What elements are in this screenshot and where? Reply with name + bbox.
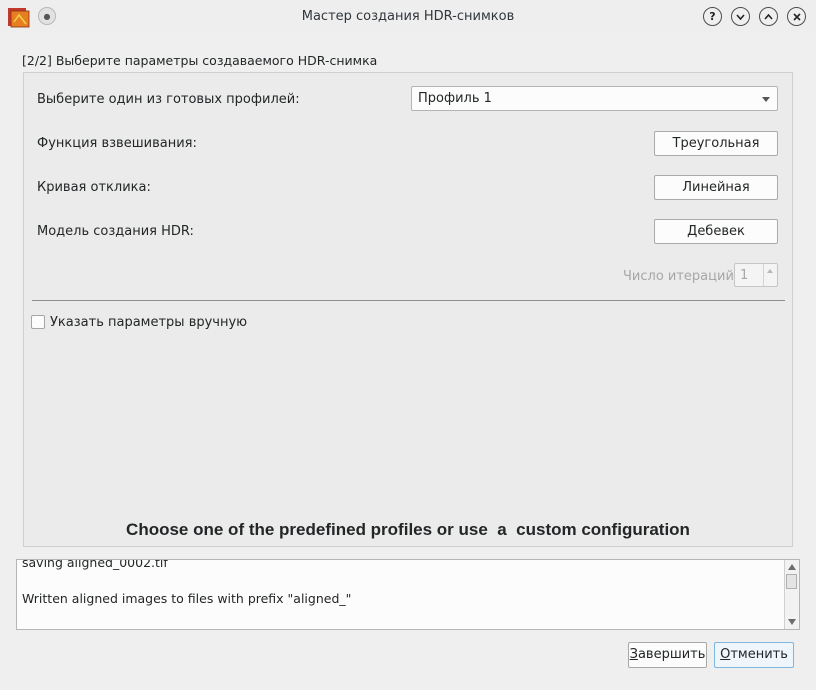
- log-textarea[interactable]: saving aligned_0002.tif Written aligned …: [16, 559, 800, 630]
- response-curve-button[interactable]: Линейная: [654, 175, 778, 200]
- profile-combobox[interactable]: Профиль 1: [411, 86, 778, 111]
- cancel-hotkey: О: [720, 647, 731, 662]
- hint-text: Choose one of the predefined profiles or…: [126, 520, 690, 539]
- step-label: [2/2] Выберите параметры создаваемого HD…: [22, 53, 378, 68]
- maximize-icon[interactable]: [759, 7, 778, 26]
- window-title: Мастер создания HDR-снимков: [301, 9, 515, 24]
- separator: [32, 300, 785, 301]
- cancel-label: тменить: [730, 647, 788, 662]
- profile-selected-value: Профиль 1: [418, 91, 492, 106]
- response-curve-label: Кривая отклика:: [37, 180, 151, 195]
- finish-button[interactable]: Завершить: [628, 642, 707, 668]
- scroll-up-icon[interactable]: [788, 564, 796, 570]
- manual-params-checkbox[interactable]: [31, 315, 45, 329]
- scroll-thumb[interactable]: [786, 574, 797, 589]
- hdr-model-label: Модель создания HDR:: [37, 224, 194, 239]
- iterations-value: 1: [740, 268, 749, 283]
- scroll-down-icon[interactable]: [788, 619, 796, 625]
- profile-label: Выберите один из готовых профилей:: [37, 92, 300, 107]
- minimize-icon[interactable]: [731, 7, 750, 26]
- spin-up-icon: [767, 269, 773, 273]
- close-icon[interactable]: [787, 7, 806, 26]
- weighting-button[interactable]: Треугольная: [654, 131, 778, 156]
- cancel-button[interactable]: Отменить: [714, 642, 794, 668]
- finish-label: авершить: [637, 647, 706, 662]
- help-icon[interactable]: ?: [703, 7, 722, 26]
- chevron-down-icon: [762, 97, 770, 102]
- spin-buttons[interactable]: [763, 264, 777, 286]
- title-bar: ● Мастер создания HDR-снимков ?: [0, 0, 816, 33]
- finish-hotkey: З: [629, 647, 638, 662]
- weighting-label: Функция взвешивания:: [37, 136, 197, 151]
- hdr-model-button[interactable]: Дебевек: [654, 219, 778, 244]
- iterations-label: Число итераций:: [623, 269, 739, 284]
- log-line: saving aligned_0002.tif: [22, 559, 168, 570]
- manual-params-label[interactable]: Указать параметры вручную: [50, 315, 247, 330]
- log-scrollbar[interactable]: [784, 560, 799, 629]
- log-line: Written aligned images to files with pre…: [22, 591, 352, 606]
- iterations-spinbox[interactable]: 1: [734, 263, 778, 287]
